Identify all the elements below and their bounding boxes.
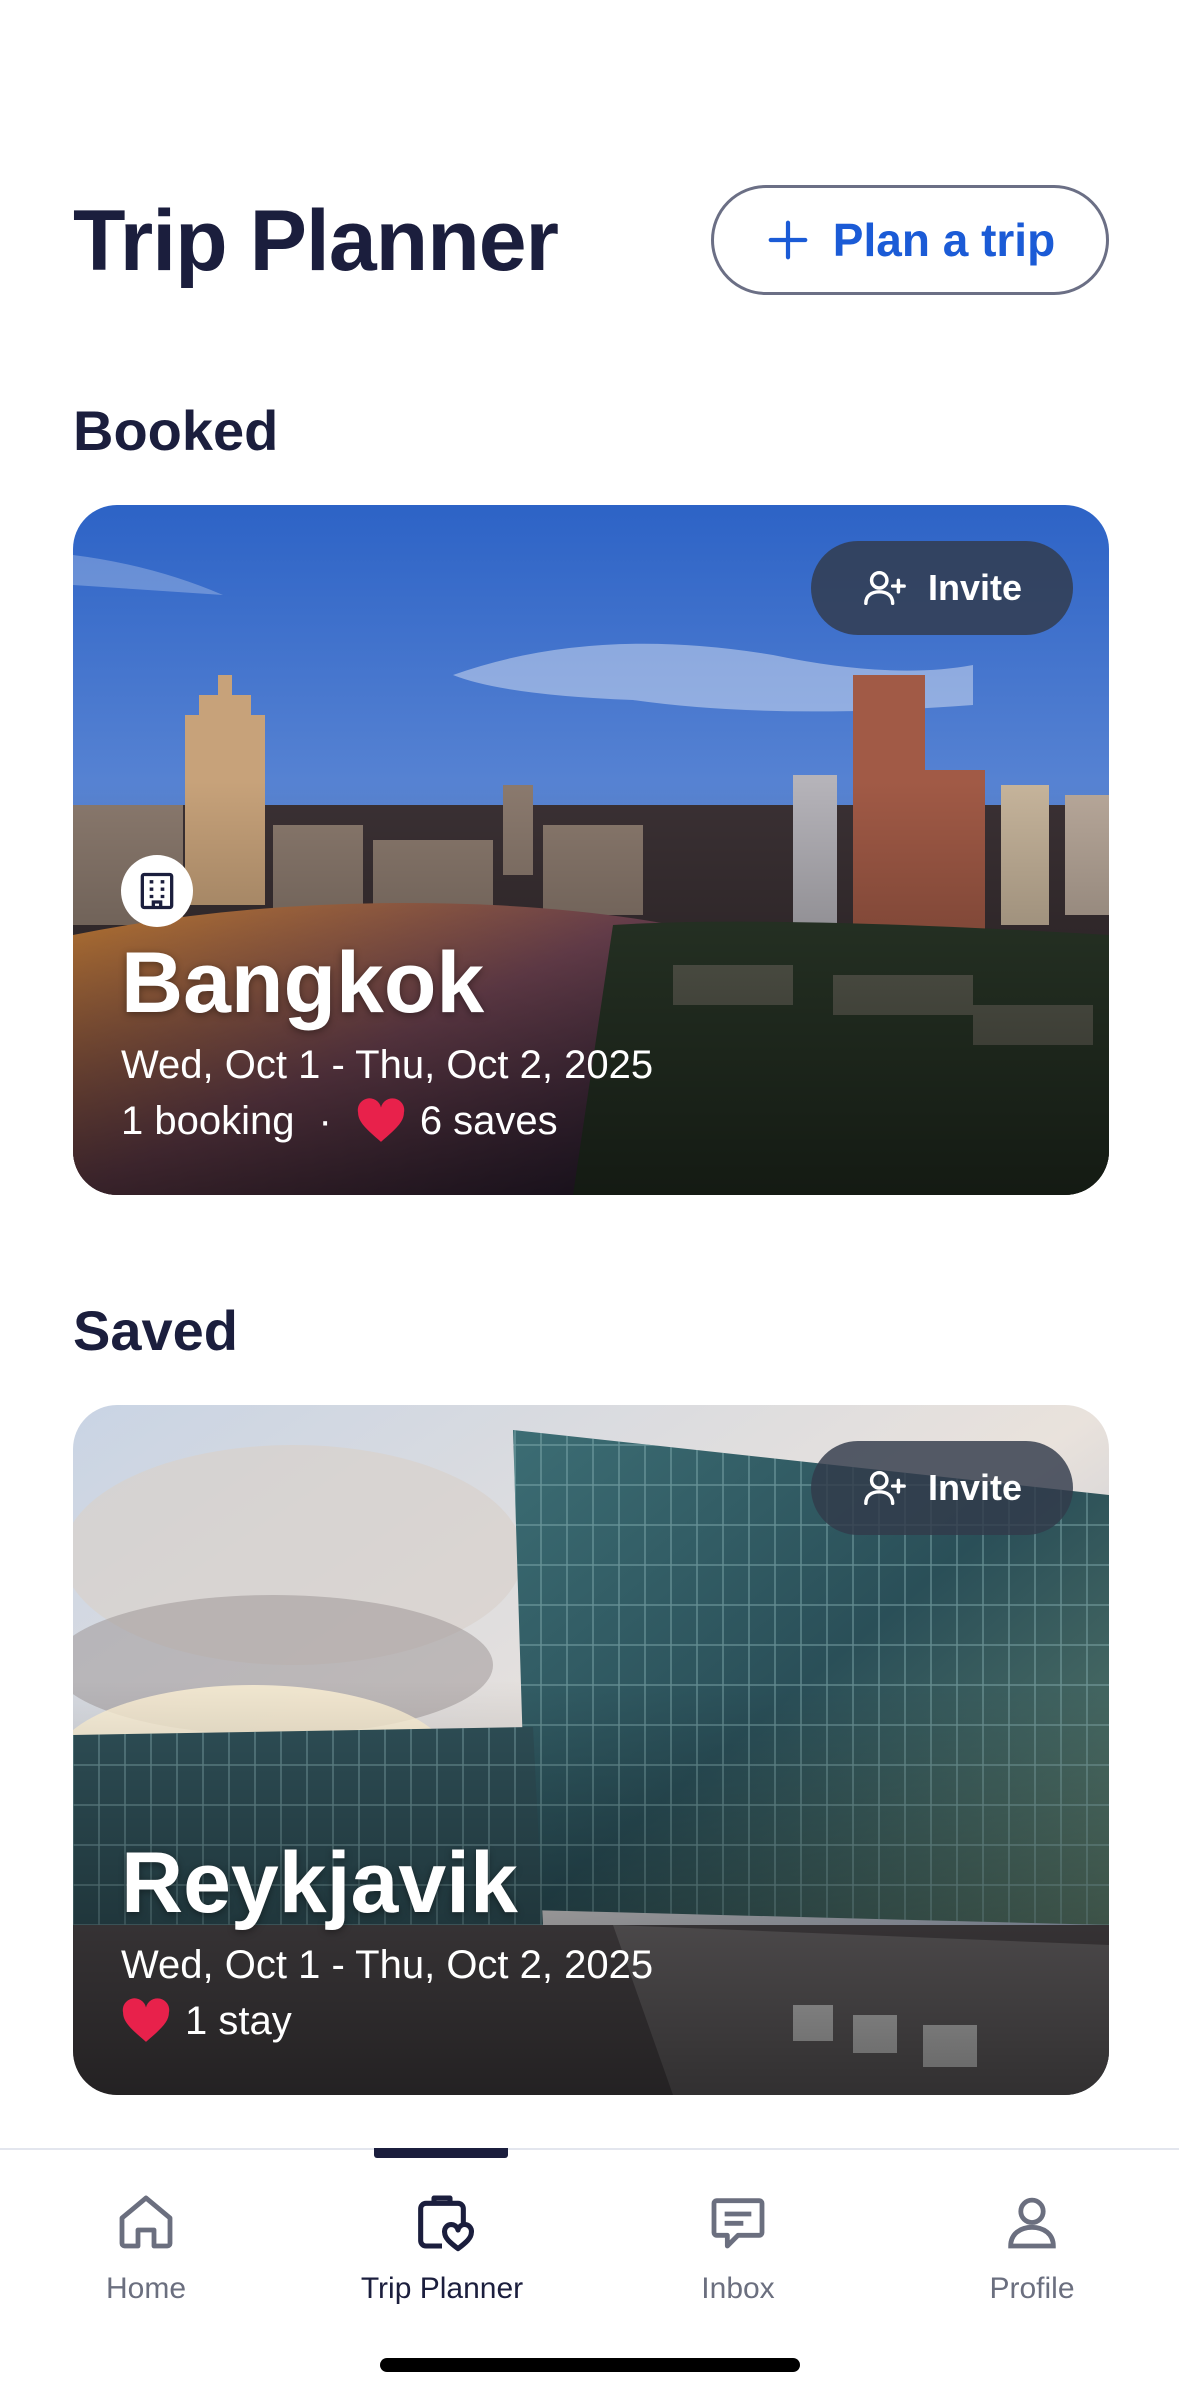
plan-trip-label: Plan a trip <box>832 214 1056 266</box>
heart-icon <box>357 1098 405 1142</box>
booking-type-badge <box>121 855 193 927</box>
plan-trip-button[interactable]: Plan a trip <box>711 185 1109 295</box>
invite-label: Invite <box>927 1467 1023 1508</box>
trip-info-bangkok: Bangkok Wed, Oct 1 - Thu, Oct 2, 2025 1 … <box>121 855 653 1149</box>
trip-meta: 1 booking · 6 saves <box>121 1093 653 1149</box>
add-person-icon <box>864 1470 906 1506</box>
saves-count: 6 saves <box>419 1099 558 1143</box>
trip-city: Bangkok <box>121 935 485 1031</box>
page-title: Trip Planner <box>73 193 559 289</box>
invite-label: Invite <box>927 567 1023 608</box>
home-indicator[interactable] <box>380 2358 800 2372</box>
tab-label: Profile <box>989 2272 1075 2305</box>
saves-count: 1 stay <box>185 1999 292 2043</box>
trip-meta: 1 stay <box>121 1993 653 2049</box>
header: Trip Planner Plan a trip <box>73 185 1109 297</box>
booking-count: 1 booking <box>121 1099 295 1143</box>
person-icon <box>1008 2197 1056 2249</box>
tab-label: Trip Planner <box>360 2272 524 2305</box>
suitcase-heart-icon <box>418 2195 474 2252</box>
trip-card-reykjavik[interactable]: Invite Reykjavik Wed, Oct 1 - Thu, Oct 2… <box>73 1405 1109 2095</box>
meta-separator: · <box>318 1099 332 1143</box>
section-title-saved: Saved <box>73 1299 238 1362</box>
active-tab-indicator <box>374 2148 508 2158</box>
trip-card-bangkok[interactable]: Invite Bangkok Wed, Oct 1 - Thu, Oct 2, … <box>73 505 1109 1195</box>
building-icon <box>140 872 174 910</box>
invite-button-bangkok[interactable]: Invite <box>811 541 1073 635</box>
tab-label: Home <box>105 2272 187 2305</box>
tab-trip-planner[interactable]: Trip Planner <box>302 2168 582 2318</box>
section-title-booked: Booked <box>73 399 279 462</box>
home-icon <box>119 2195 173 2249</box>
tab-label: Inbox <box>701 2272 775 2305</box>
tab-inbox[interactable]: Inbox <box>598 2168 878 2318</box>
heart-icon <box>122 1998 170 2042</box>
plus-icon <box>768 220 808 260</box>
tab-home[interactable]: Home <box>6 2168 286 2318</box>
trip-city: Reykjavik <box>121 1835 518 1931</box>
trip-info-reykjavik: Reykjavik Wed, Oct 1 - Thu, Oct 2, 2025 … <box>121 1835 653 2049</box>
invite-button-reykjavik[interactable]: Invite <box>811 1441 1073 1535</box>
trip-dates: Wed, Oct 1 - Thu, Oct 2, 2025 <box>121 1043 654 1087</box>
add-person-icon <box>864 570 906 606</box>
tab-profile[interactable]: Profile <box>892 2168 1172 2318</box>
trip-dates: Wed, Oct 1 - Thu, Oct 2, 2025 <box>121 1943 654 1987</box>
chat-icon <box>711 2198 765 2249</box>
